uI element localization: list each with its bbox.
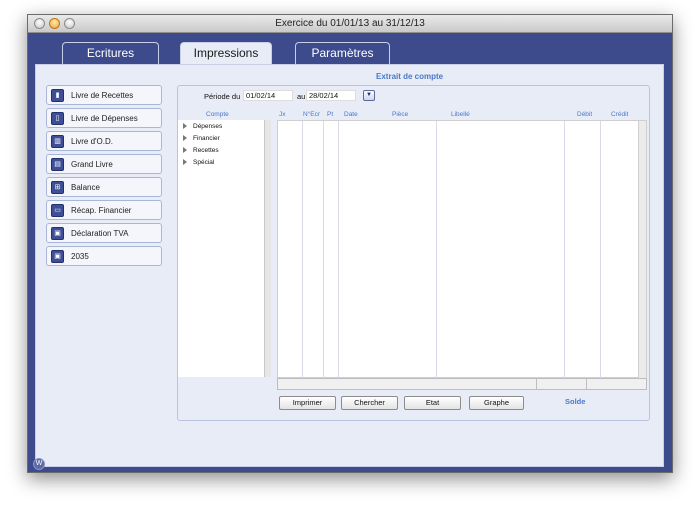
- sidebar-item-2035[interactable]: ▣ 2035: [46, 246, 162, 266]
- sidebar-item-label: Balance: [71, 183, 100, 192]
- column-header[interactable]: Libellé: [451, 111, 470, 118]
- ledger-icon: ▯: [51, 112, 64, 125]
- period-dropdown-button[interactable]: ▼: [363, 90, 375, 101]
- sidebar-item-label: Livre de Dépenses: [71, 114, 138, 123]
- disclosure-triangle-icon[interactable]: [183, 123, 187, 130]
- entries-table[interactable]: [277, 120, 647, 379]
- monitor-icon: ▭: [51, 204, 64, 217]
- chevron-down-icon: ▼: [366, 92, 372, 98]
- totals-divider: [536, 379, 537, 389]
- totals-bar: [277, 378, 647, 390]
- column-divider: [323, 121, 324, 379]
- disclosure-triangle-icon[interactable]: [183, 147, 187, 154]
- period-to-label: au: [297, 92, 306, 101]
- tree-item[interactable]: Recettes: [183, 147, 219, 154]
- tab-parametres[interactable]: Paramètres: [295, 42, 390, 64]
- column-header[interactable]: Crédit: [611, 111, 628, 118]
- column-header[interactable]: Pièce: [392, 111, 408, 118]
- tree-item-label: Recettes: [193, 147, 219, 154]
- graphe-button[interactable]: Graphe: [469, 396, 524, 410]
- sidebar-item-label: 2035: [71, 252, 89, 261]
- column-header[interactable]: Pt: [327, 111, 333, 118]
- column-header[interactable]: Débit: [577, 111, 592, 118]
- sidebar-item-recap-financier[interactable]: ▭ Récap. Financier: [46, 200, 162, 220]
- table-scrollbar[interactable]: [638, 121, 646, 379]
- tree-item[interactable]: Spécial: [183, 159, 214, 166]
- sidebar-item-label: Récap. Financier: [71, 206, 132, 215]
- book-icon: ▤: [51, 158, 64, 171]
- tree-header: Compte: [206, 111, 229, 118]
- sidebar-item-livre-depenses[interactable]: ▯ Livre de Dépenses: [46, 108, 162, 128]
- sidebar-item-livre-od[interactable]: ▥ Livre d'O.D.: [46, 131, 162, 151]
- tree-item[interactable]: Dépenses: [183, 123, 222, 130]
- ledger-icon: ▮: [51, 89, 64, 102]
- document-icon: ▣: [51, 227, 64, 240]
- imprimer-button[interactable]: Imprimer: [279, 396, 336, 410]
- sidebar-item-declaration-tva[interactable]: ▣ Déclaration TVA: [46, 223, 162, 243]
- column-header[interactable]: Date: [344, 111, 358, 118]
- sidebar-item-label: Livre de Recettes: [71, 91, 134, 100]
- etat-button[interactable]: Etat: [404, 396, 461, 410]
- column-divider: [302, 121, 303, 379]
- period-from-input[interactable]: 01/02/14: [243, 90, 293, 101]
- open-book-icon: ▥: [51, 135, 64, 148]
- account-tree[interactable]: Dépenses Financier Recettes Spécial: [178, 120, 266, 377]
- tree-item-label: Spécial: [193, 159, 215, 166]
- sidebar-item-grand-livre[interactable]: ▤ Grand Livre: [46, 154, 162, 174]
- window-title: Exercice du 01/01/13 au 31/12/13: [275, 18, 425, 29]
- balance-icon: ⊞: [51, 181, 64, 194]
- tab-impressions[interactable]: Impressions: [180, 42, 272, 65]
- sidebar-item-label: Grand Livre: [71, 160, 113, 169]
- column-divider: [600, 121, 601, 379]
- totals-divider: [586, 379, 587, 389]
- sidebar-item-livre-recettes[interactable]: ▮ Livre de Recettes: [46, 85, 162, 105]
- disclosure-triangle-icon[interactable]: [183, 159, 187, 166]
- tree-item-label: Dépenses: [193, 123, 223, 130]
- column-divider: [338, 121, 339, 379]
- tab-ecritures[interactable]: Ecritures: [62, 42, 159, 64]
- disclosure-triangle-icon[interactable]: [183, 135, 187, 142]
- tree-scrollbar[interactable]: [264, 120, 271, 377]
- sidebar-item-label: Livre d'O.D.: [71, 137, 113, 146]
- period-to-input[interactable]: 28/02/14: [306, 90, 356, 101]
- sidebar-item-balance[interactable]: ⊞ Balance: [46, 177, 162, 197]
- tree-item[interactable]: Financier: [183, 135, 220, 142]
- document-icon: ▣: [51, 250, 64, 263]
- period-label: Période du: [204, 92, 241, 101]
- app-badge-icon: W: [33, 458, 45, 470]
- column-header[interactable]: N°Ecr: [303, 111, 320, 118]
- tree-item-label: Financier: [193, 135, 220, 142]
- chercher-button[interactable]: Chercher: [341, 396, 398, 410]
- column-header[interactable]: Jx: [279, 111, 286, 118]
- title-bar[interactable]: Exercice du 01/01/13 au 31/12/13: [28, 15, 672, 33]
- sidebar-item-label: Déclaration TVA: [71, 229, 129, 238]
- column-divider: [564, 121, 565, 379]
- panel-title: Extrait de compte: [376, 72, 444, 81]
- column-divider: [436, 121, 437, 379]
- solde-label: Solde: [565, 397, 586, 406]
